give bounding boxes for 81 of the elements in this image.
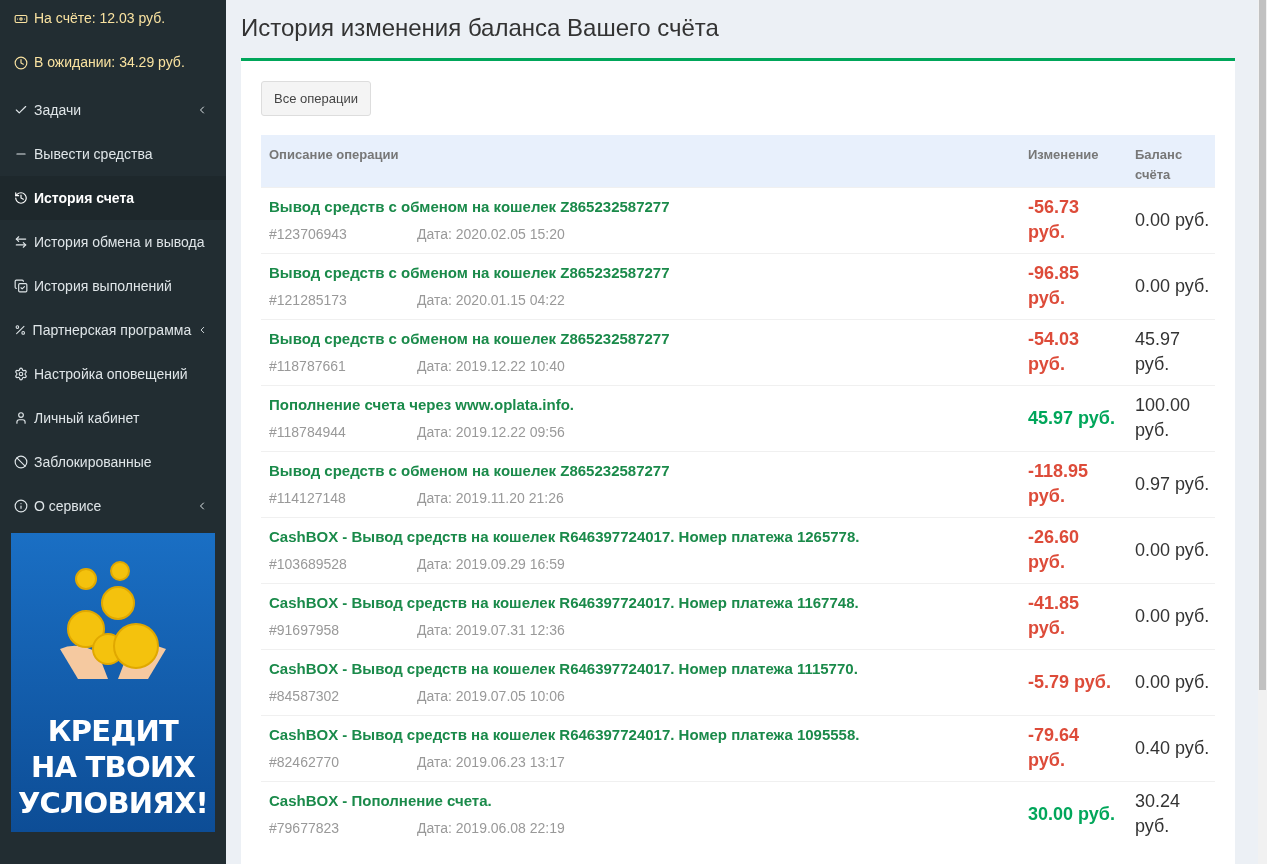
operation-description: CashBOX - Вывод средств на кошелек R646397724017. Номер платежа 1095558. (269, 724, 861, 745)
operation-description: Пополнение счета через www.oplata.info. (269, 394, 575, 415)
balance-amount: 0.00 руб. (1135, 274, 1210, 298)
operation-date: Дата: 2019.12.22 10:40 (417, 357, 565, 376)
change-amount: 30.00 руб. (1028, 802, 1115, 826)
settings-icon (14, 367, 28, 381)
balance-amount: 0.00 руб. (1135, 208, 1210, 232)
sidebar-item[interactable]: Настройка оповещений (0, 352, 226, 396)
balance-amount: 30.24 руб. (1135, 790, 1182, 839)
operation-description: CashBOX - Вывод средств на кошелек R646397724017. Номер платежа 1265778. (269, 526, 861, 547)
pending-text: В ожидании: 34.29 руб. (34, 53, 185, 72)
advertisement-banner[interactable]: КРЕДИТ НА ТВОИХ УСЛОВИЯХ! (11, 533, 215, 832)
column-header: Изменение (1020, 135, 1125, 187)
banner-text: НА ТВОИХ (30, 749, 196, 785)
operation-description: CashBOX - Вывод средств на кошелек R646397724017. Номер платежа 1115770. (269, 658, 859, 679)
change-amount: -54.03 руб. (1028, 328, 1081, 376)
sidebar-item[interactable]: Задачи (0, 88, 226, 132)
sidebar-item[interactable]: Партнерская программа (0, 308, 226, 352)
operation-id: #79677823 (269, 819, 341, 838)
column-header: Баланс счёта (1125, 135, 1215, 187)
operation-description: Вывод средств с обменом на кошелек Z865232587277 (269, 460, 671, 481)
balance-amount: 0.00 руб. (1135, 538, 1210, 562)
page-title: История изменения баланса Вашего счёта (241, 13, 720, 43)
balance-amount: 0.00 руб. (1135, 604, 1210, 628)
ban-icon (14, 455, 28, 469)
info-icon (14, 499, 28, 513)
operation-id: #91697958 (269, 621, 341, 640)
operation-date: Дата: 2019.12.22 09:56 (417, 423, 565, 442)
change-amount: -118.95 руб. (1028, 460, 1090, 508)
operation-description: Вывод средств с обменом на кошелек Z865232587277 (269, 262, 671, 283)
balance-amount: 0.40 руб. (1135, 736, 1210, 760)
column-header: Описание операции (261, 135, 1020, 187)
balance-amount: 0.97 руб. (1135, 472, 1210, 496)
sidebar-item[interactable]: Личный кабинет (0, 396, 226, 440)
sidebar-item[interactable]: Вывести средства (0, 132, 226, 176)
change-amount: -79.64 руб. (1028, 724, 1081, 772)
banner-text: УСЛОВИЯХ! (17, 785, 209, 821)
sidebar-item[interactable]: Заблокированные (0, 440, 226, 484)
change-amount: -5.79 руб. (1028, 670, 1111, 694)
sidebar-item[interactable]: История обмена и вывода (0, 220, 226, 264)
operation-date: Дата: 2020.02.05 15:20 (417, 225, 565, 244)
history-icon (14, 191, 28, 205)
change-amount: -56.73 руб. (1028, 196, 1081, 244)
operation-id: #121285173 (269, 291, 348, 310)
operation-description: CashBOX - Вывод средств на кошелек R646397724017. Номер платежа 1167748. (269, 592, 860, 613)
sidebar-item[interactable]: История счета (0, 176, 226, 220)
change-amount: 45.97 руб. (1028, 406, 1115, 430)
change-amount: -96.85 руб. (1028, 262, 1081, 310)
arrows-icon (14, 235, 28, 249)
operation-id: #103689528 (269, 555, 348, 574)
balance-amount: 100.00 руб. (1135, 394, 1192, 442)
operation-id: #118787661 (269, 357, 347, 376)
sidebar-item[interactable]: История выполнений (0, 264, 226, 308)
operation-date: Дата: 2019.07.05 10:06 (417, 687, 565, 706)
clock-icon (14, 55, 28, 70)
operation-id: #114127148 (269, 489, 347, 508)
operation-id: #84587302 (269, 687, 341, 706)
operation-date: Дата: 2019.06.23 13:17 (417, 753, 565, 772)
operation-date: Дата: 2020.01.15 04:22 (417, 291, 565, 310)
change-amount: -26.60 руб. (1028, 526, 1081, 574)
operation-id: #123706943 (269, 225, 348, 244)
operation-date: Дата: 2019.06.08 22:19 (417, 819, 565, 838)
checklist-icon (14, 279, 28, 293)
operation-date: Дата: 2019.07.31 12:36 (417, 621, 565, 640)
banner-text: КРЕДИТ (47, 713, 179, 749)
operation-date: Дата: 2019.09.29 16:59 (417, 555, 565, 574)
operation-description: Вывод средств с обменом на кошелек Z865232587277 (269, 196, 671, 217)
balance-text: На счёте: 12.03 руб. (34, 9, 166, 28)
balance-amount: 0.00 руб. (1135, 670, 1210, 694)
operation-id: #118784944 (269, 423, 347, 442)
operation-date: Дата: 2019.11.20 21:26 (417, 489, 564, 508)
change-amount: -41.85 руб. (1028, 592, 1081, 640)
sidebar-item[interactable]: О сервисе (0, 484, 226, 528)
balance-amount: 45.97 руб. (1135, 328, 1182, 376)
all-operations-button[interactable]: Все операции (261, 81, 371, 116)
operation-description: Вывод средств с обменом на кошелек Z865232587277 (269, 328, 671, 349)
percent-icon (14, 323, 27, 337)
user-icon (14, 411, 28, 425)
checkmark-icon (14, 103, 28, 117)
operation-description: CashBOX - Пополнение счета. (269, 790, 493, 811)
operation-id: #82462770 (269, 753, 341, 772)
